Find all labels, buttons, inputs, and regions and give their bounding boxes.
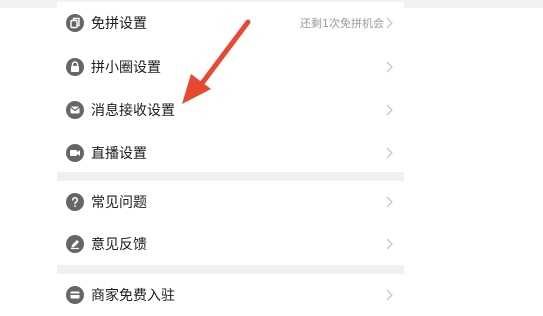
- remaining-free-hint: 还剩1次免拼机会: [300, 17, 384, 30]
- settings-row-label: 常见问题: [91, 195, 147, 211]
- settings-row-circle[interactable]: 拼小圈设置: [57, 46, 404, 88]
- settings-row-label: 意见反馈: [91, 237, 147, 253]
- chevron-right-icon: [386, 17, 393, 29]
- group-separator: [57, 172, 404, 181]
- copy-icon: [66, 14, 84, 32]
- chevron-right-icon: [386, 289, 393, 301]
- settings-row-label: 消息接收设置: [91, 103, 175, 119]
- question-icon: [66, 193, 84, 211]
- settings-group-account: 免拼设置 还剩1次免拼机会 拼小圈设置 消息接收设置 直播设置: [57, 2, 404, 170]
- chevron-right-icon: [386, 147, 393, 159]
- settings-row-label: 拼小圈设置: [91, 60, 161, 76]
- settings-group-merchant: 商家免费入驻: [57, 274, 404, 309]
- settings-row-free-group[interactable]: 免拼设置 还剩1次免拼机会: [57, 2, 404, 44]
- edit-icon: [66, 235, 84, 253]
- video-camera-icon: [66, 144, 84, 162]
- settings-row-notifications[interactable]: 消息接收设置: [57, 89, 404, 131]
- settings-row-live[interactable]: 直播设置: [57, 132, 404, 174]
- settings-row-label: 商家免费入驻: [91, 288, 175, 304]
- settings-row-merchant-join[interactable]: 商家免费入驻: [57, 274, 404, 316]
- settings-row-feedback[interactable]: 意见反馈: [57, 223, 404, 265]
- settings-row-label: 直播设置: [91, 146, 147, 162]
- chevron-right-icon: [386, 196, 393, 208]
- chevron-right-icon: [386, 104, 393, 116]
- settings-row-faq[interactable]: 常见问题: [57, 181, 404, 223]
- card-icon: [66, 286, 84, 304]
- group-separator: [57, 265, 404, 274]
- settings-group-help: 常见问题 意见反馈: [57, 181, 404, 265]
- lock-icon: [66, 58, 84, 76]
- chevron-right-icon: [386, 238, 393, 250]
- settings-row-label: 免拼设置: [91, 16, 147, 32]
- mail-icon: [66, 101, 84, 119]
- chevron-right-icon: [386, 61, 393, 73]
